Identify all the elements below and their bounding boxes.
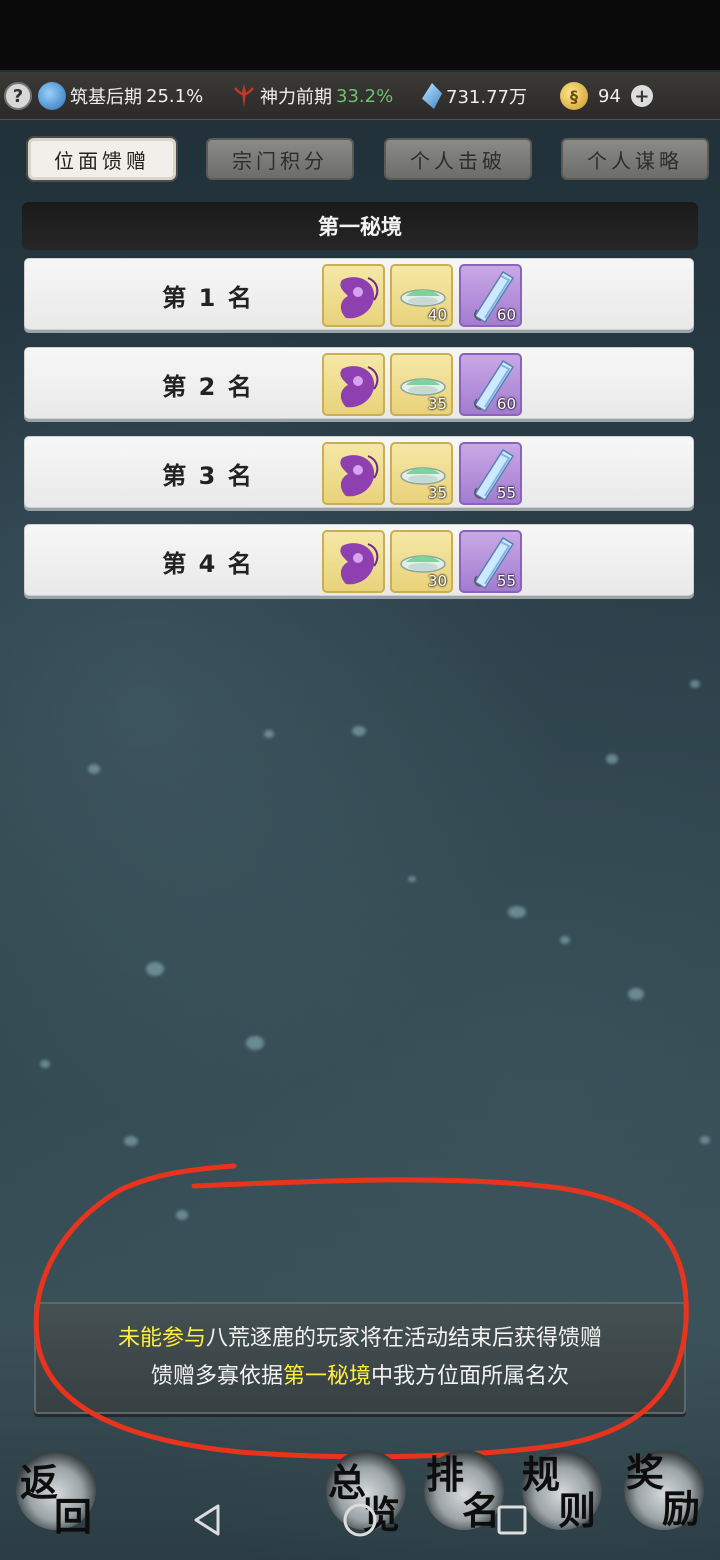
nav-back-icon[interactable]	[190, 1502, 224, 1538]
rules-char-1: 规	[522, 1452, 561, 1497]
ranking-char-2: 名	[462, 1488, 501, 1533]
reward-item[interactable]: 55	[459, 442, 522, 505]
gift-notice: 未能参与八荒逐鹿的玩家将在活动结束后获得馈赠 馈赠多寡依据第一秘境中我方位面所属…	[34, 1302, 686, 1414]
rewards-char-1: 奖	[626, 1450, 665, 1495]
nav-recents-icon[interactable]	[496, 1504, 528, 1536]
reward-item[interactable]: 60	[459, 264, 522, 327]
spirit-stone-count: 731.77万	[446, 87, 527, 108]
divine-label: 神力前期	[260, 87, 332, 108]
tab-personal-strategy[interactable]: 个人谋略	[561, 138, 709, 180]
ranking-char-1: 排	[426, 1452, 465, 1497]
item-quantity: 60	[496, 395, 516, 413]
back-button[interactable]: 返 回	[16, 1450, 96, 1539]
reward-item[interactable]: 40	[390, 264, 453, 327]
rewards-button[interactable]: 奖 励	[624, 1450, 704, 1531]
notice-text-1: 八荒逐鹿的玩家将在活动结束后获得馈赠	[206, 1326, 603, 1351]
section-title: 第一秘境	[22, 202, 698, 250]
coin-count: 94	[598, 85, 621, 107]
reward-item[interactable]	[322, 264, 385, 327]
reward-item[interactable]: 35	[390, 442, 453, 505]
divine-indicator[interactable]: 神力前期 33.2%	[232, 82, 393, 110]
rank-label: 第 2 名	[162, 372, 254, 401]
item-quantity: 60	[496, 306, 516, 324]
reward-item[interactable]: 55	[459, 530, 522, 593]
trident-icon	[234, 84, 254, 108]
spirit-stone-indicator[interactable]: 731.77万	[422, 82, 527, 110]
rank-label: 第 3 名	[162, 461, 254, 490]
rank-row: 第 2 名 35 60	[24, 347, 694, 419]
item-quantity: 55	[496, 484, 516, 502]
help-button[interactable]: ?	[4, 82, 32, 110]
tab-sect-points[interactable]: 宗门积分	[206, 138, 354, 180]
nav-home-icon[interactable]	[342, 1502, 378, 1538]
item-quantity: 55	[496, 572, 516, 590]
rank-label: 第 1 名	[162, 283, 254, 312]
rewards-char-2: 励	[662, 1486, 701, 1531]
notice-text-2a: 馈赠多寡依据	[150, 1364, 283, 1389]
swirl-icon	[38, 82, 66, 110]
realm-value: 25.1%	[146, 85, 204, 107]
notice-text-2b: 中我方位面所属名次	[371, 1364, 570, 1389]
item-quantity: 35	[427, 484, 447, 502]
resource-bar: ? 筑基后期 25.1% 神力前期 33.2% 731.77万 § 94 +	[0, 72, 720, 120]
coin-icon: §	[560, 82, 588, 110]
rank-label: 第 4 名	[162, 549, 254, 578]
overview-char-1: 总	[328, 1460, 367, 1505]
add-coins-icon[interactable]: +	[630, 85, 653, 107]
reward-item[interactable]	[322, 530, 385, 593]
notice-line-2: 馈赠多寡依据第一秘境中我方位面所属名次	[36, 1358, 684, 1396]
divine-value: 33.2%	[336, 85, 394, 107]
tab-plane-gift[interactable]: 位面馈赠	[28, 138, 176, 180]
notice-line-1: 未能参与八荒逐鹿的玩家将在活动结束后获得馈赠	[36, 1320, 684, 1358]
back-char-2: 回	[54, 1494, 93, 1539]
notice-highlight-1: 未能参与	[117, 1326, 206, 1351]
reward-item[interactable]: 30	[390, 530, 453, 593]
item-quantity: 40	[427, 306, 447, 324]
rank-row: 第 3 名 35 55	[24, 436, 694, 508]
help-icon: ?	[4, 82, 32, 110]
back-char-1: 返	[20, 1460, 59, 1505]
crystal-icon	[422, 83, 442, 109]
realm-indicator[interactable]: 筑基后期 25.1%	[38, 82, 203, 110]
rules-button[interactable]: 规 则	[522, 1450, 602, 1533]
reward-item[interactable]: 60	[459, 353, 522, 416]
reward-item[interactable]	[322, 442, 385, 505]
rules-char-2: 则	[558, 1488, 597, 1533]
tab-personal-kills[interactable]: 个人击破	[384, 138, 532, 180]
rank-row: 第 4 名 30 55	[24, 524, 694, 596]
notice-highlight-2: 第一秘境	[282, 1364, 371, 1389]
item-quantity: 35	[427, 395, 447, 413]
system-status-bar	[0, 0, 720, 70]
reward-item[interactable]: 35	[390, 353, 453, 416]
coin-indicator[interactable]: § 94 +	[560, 82, 653, 110]
item-quantity: 30	[427, 572, 447, 590]
reward-item[interactable]	[322, 353, 385, 416]
ranking-button[interactable]: 排 名	[424, 1450, 504, 1533]
rank-row: 第 1 名 40 60	[24, 258, 694, 330]
realm-label: 筑基后期	[70, 87, 142, 108]
